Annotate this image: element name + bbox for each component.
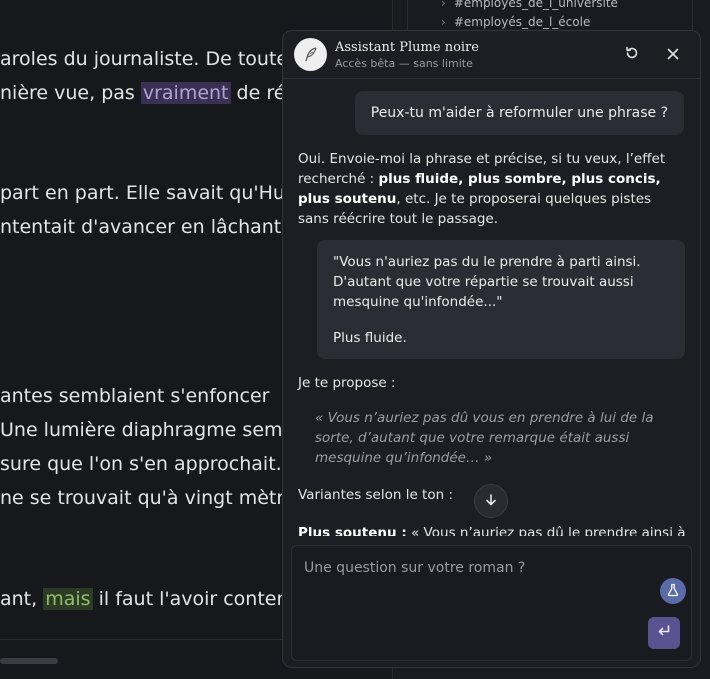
tag-item[interactable]: › #employés_de_l_école [441,15,590,29]
assistant-header: Assistant Plume noire Accès bêta — sans … [283,31,700,79]
chat-thread[interactable]: Peux-tu m'aider à reformuler une phrase … [283,80,700,536]
close-icon [666,46,680,65]
chevron-right-icon: › [441,0,446,10]
lab-button[interactable] [660,578,686,604]
quill-icon [294,38,327,71]
highlighted-word[interactable]: vraiment [140,82,231,104]
propose-label: Je te propose : [298,375,396,391]
message-bold: Plus soutenu : [298,525,407,536]
close-button[interactable] [661,43,685,67]
horizontal-scrollbar[interactable] [0,658,58,664]
editor-text: ant, [0,588,44,610]
editor-text: il faut l'avoir contemp [92,588,308,610]
editor-line: part en part. Elle savait qu'Hul [0,182,291,204]
assistant-message: Oui. Envoie-moi la phrase et précise, si… [298,149,676,229]
enter-icon [656,623,672,643]
editor-line: Une lumière diaphragme semb [0,419,295,441]
refresh-icon [624,45,640,65]
scroll-down-button[interactable] [474,484,508,518]
assistant-subtitle: Accès bêta — sans limite [335,57,473,70]
composer [291,545,692,661]
tag-item[interactable]: › #employés_de_l_université [441,0,618,10]
chevron-right-icon: › [441,15,446,29]
editor-line: antes semblaient s'enfoncer [0,385,270,407]
user-quote-message: "Vous n'auriez pas du le prendre à parti… [317,240,685,359]
editor-line: ntentait d'avancer en lâchant [0,216,282,238]
editor-line: ne se trouvait qu'à vingt mètre [0,487,296,509]
assistant-panel: Assistant Plume noire Accès bêta — sans … [282,30,701,668]
proposal-text: « Vous n’auriez pas dû vous en prendre à… [315,410,654,466]
editor-line: aroles du journaliste. De toute [0,48,289,70]
quote-instruction: Plus fluide. [333,330,407,346]
flask-icon [666,582,680,601]
editor-line: sure que l'on s'en approchait. [0,453,282,475]
editor-line: ant, mais il faut l'avoir contemp [0,588,307,610]
highlighted-word[interactable]: mais [43,588,93,610]
assistant-message-partial: Plus soutenu : « Vous n’auriez pas dû le… [298,523,688,536]
send-button[interactable] [648,617,680,649]
tag-label: #employés_de_l_université [453,0,618,10]
editor-line: nière vue, pas vraiment de rép [0,82,298,104]
refresh-button[interactable] [620,43,644,67]
question-input[interactable] [292,546,691,660]
variants-label: Variantes selon le ton : [298,487,454,503]
quote-text: "Vous n'auriez pas du le prendre à parti… [333,254,641,310]
tag-label: #employés_de_l_école [453,15,591,29]
editor-text: nière vue, pas [0,82,141,104]
user-message: Peux-tu m'aider à reformuler une phrase … [354,91,684,135]
message-text: « Vous n’auriez pas dû le prendre ainsi … [406,525,686,536]
arrow-down-icon [484,492,498,511]
assistant-title: Assistant Plume noire [335,40,479,55]
